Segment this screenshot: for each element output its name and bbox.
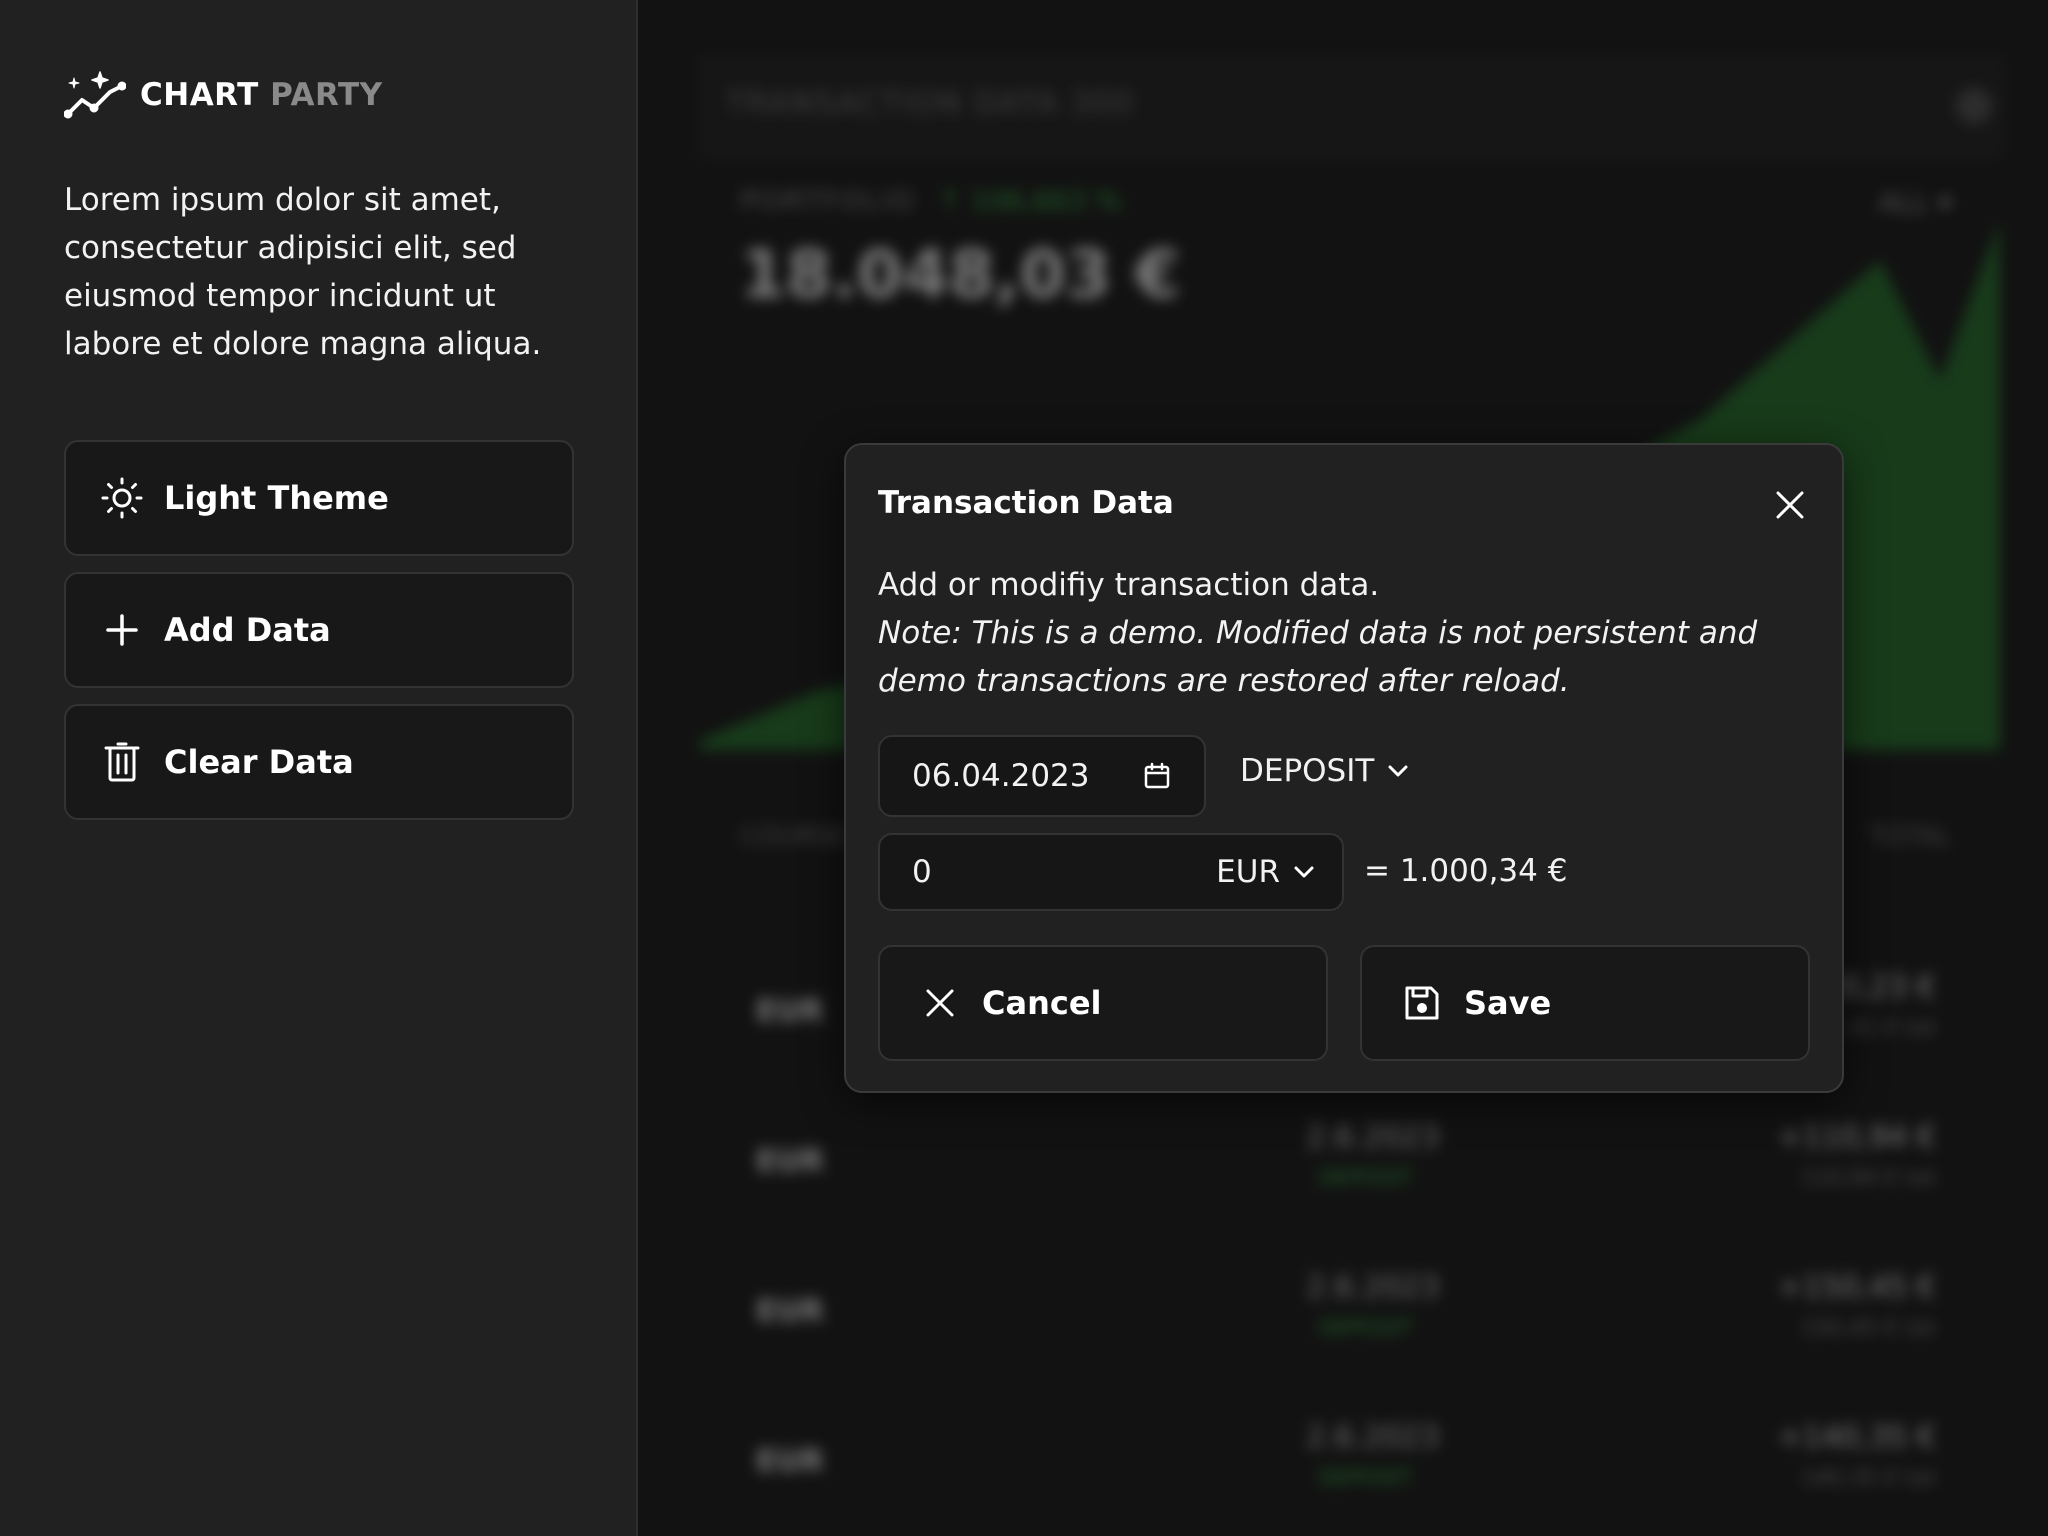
trash-icon bbox=[104, 742, 140, 782]
brand-name: CHART bbox=[140, 77, 259, 113]
chevron-down-icon bbox=[1388, 765, 1408, 777]
amount-value[interactable]: 0 bbox=[912, 854, 932, 890]
row-date: 2.6.2023 bbox=[1306, 1270, 1440, 1305]
sparkle-chart-icon bbox=[64, 71, 126, 119]
currency-value: EUR bbox=[1216, 854, 1280, 890]
transaction-type-value: DEPOSIT bbox=[1240, 753, 1375, 789]
sun-icon bbox=[101, 477, 143, 519]
intro-text: Lorem ipsum dolor sit amet, consectetur … bbox=[64, 182, 542, 362]
background-title: TRANSACTION DATA 300 bbox=[726, 86, 1135, 121]
calendar-icon[interactable] bbox=[1142, 761, 1172, 791]
column-header-right: TOTAL bbox=[1869, 822, 1952, 852]
transaction-row: EUR 2.6.2023 DEPOSIT +140,35 € 140,35 € … bbox=[696, 1400, 2006, 1530]
column-header-left: COURSE bbox=[740, 822, 849, 852]
close-icon bbox=[926, 989, 954, 1017]
row-currency: EUR bbox=[756, 1144, 824, 1179]
dialog-note: Note: This is a demo. Modified data is n… bbox=[878, 615, 1758, 699]
close-icon[interactable] bbox=[1770, 485, 1810, 525]
background-topbar: TRANSACTION DATA 300 bbox=[696, 52, 2006, 162]
cancel-button[interactable]: Cancel bbox=[878, 945, 1328, 1061]
row-currency: EUR bbox=[756, 994, 824, 1029]
row-date: 2.6.2023 bbox=[1306, 1420, 1440, 1455]
portfolio-value: 18.048,03 € bbox=[740, 236, 1181, 313]
currency-select[interactable]: EUR bbox=[1216, 854, 1318, 890]
date-value: 06.04.2023 bbox=[912, 758, 1090, 794]
row-date: 2.6.2023 bbox=[1306, 1120, 1440, 1155]
sidebar: CHART PARTY Lorem ipsum dolor sit amet, … bbox=[0, 0, 638, 1536]
portfolio-change: ↑ 106,663 % bbox=[938, 184, 1122, 217]
row-currency: EUR bbox=[756, 1294, 824, 1329]
row-type: DEPOSIT bbox=[1318, 1166, 1414, 1191]
floppy-disk-icon bbox=[1405, 986, 1439, 1020]
dialog-description: Add or modifiy transaction data. Note: T… bbox=[878, 561, 1798, 705]
brand-accent: PARTY bbox=[270, 77, 383, 113]
date-field[interactable]: 06.04.2023 bbox=[878, 735, 1206, 817]
save-label: Save bbox=[1464, 984, 1552, 1022]
transaction-row: EUR 2.6.2023 DEPOSIT +110,94 € 110,94 € … bbox=[696, 1100, 2006, 1230]
row-currency: EUR bbox=[756, 1444, 824, 1479]
light-theme-button[interactable]: Light Theme bbox=[64, 440, 574, 556]
portfolio-label: PORTFOLIO bbox=[740, 184, 916, 217]
add-data-button[interactable]: Add Data bbox=[64, 572, 574, 688]
row-type: DEPOSIT bbox=[1318, 1466, 1414, 1491]
transaction-type-select[interactable]: DEPOSIT bbox=[1240, 753, 1412, 789]
clear-data-label: Clear Data bbox=[164, 743, 354, 781]
settings-icon bbox=[1956, 88, 1992, 124]
cancel-label: Cancel bbox=[982, 984, 1102, 1022]
row-subtotal: 150,45 € tot bbox=[1800, 1316, 1936, 1341]
clear-data-button[interactable]: Clear Data bbox=[64, 704, 574, 820]
dialog-title: Transaction Data bbox=[878, 485, 1174, 521]
row-amount: +140,35 € bbox=[1777, 1420, 1936, 1455]
chevron-down-icon bbox=[1294, 866, 1314, 878]
row-subtotal: 140,35 € tot bbox=[1800, 1466, 1936, 1491]
row-subtotal: 110,94 € tot bbox=[1800, 1166, 1936, 1191]
add-data-label: Add Data bbox=[164, 611, 331, 649]
light-theme-label: Light Theme bbox=[164, 479, 389, 517]
amount-input[interactable]: 0 EUR bbox=[878, 833, 1344, 911]
row-amount: +150,45 € bbox=[1777, 1270, 1936, 1305]
plus-icon bbox=[106, 614, 138, 646]
range-select: ALL ▾ bbox=[1878, 186, 1952, 219]
dialog-subtitle: Add or modifiy transaction data. bbox=[878, 567, 1380, 603]
save-button[interactable]: Save bbox=[1360, 945, 1810, 1061]
row-amount: +110,94 € bbox=[1777, 1120, 1936, 1155]
row-type: DEPOSIT bbox=[1318, 1316, 1414, 1341]
converted-amount: = 1.000,34 € bbox=[1364, 853, 1568, 889]
transaction-dialog: Transaction Data Add or modifiy transact… bbox=[844, 443, 1844, 1093]
transaction-row: EUR 2.6.2023 DEPOSIT +150,45 € 150,45 € … bbox=[696, 1250, 2006, 1380]
brand-logo[interactable]: CHART PARTY bbox=[64, 70, 383, 120]
